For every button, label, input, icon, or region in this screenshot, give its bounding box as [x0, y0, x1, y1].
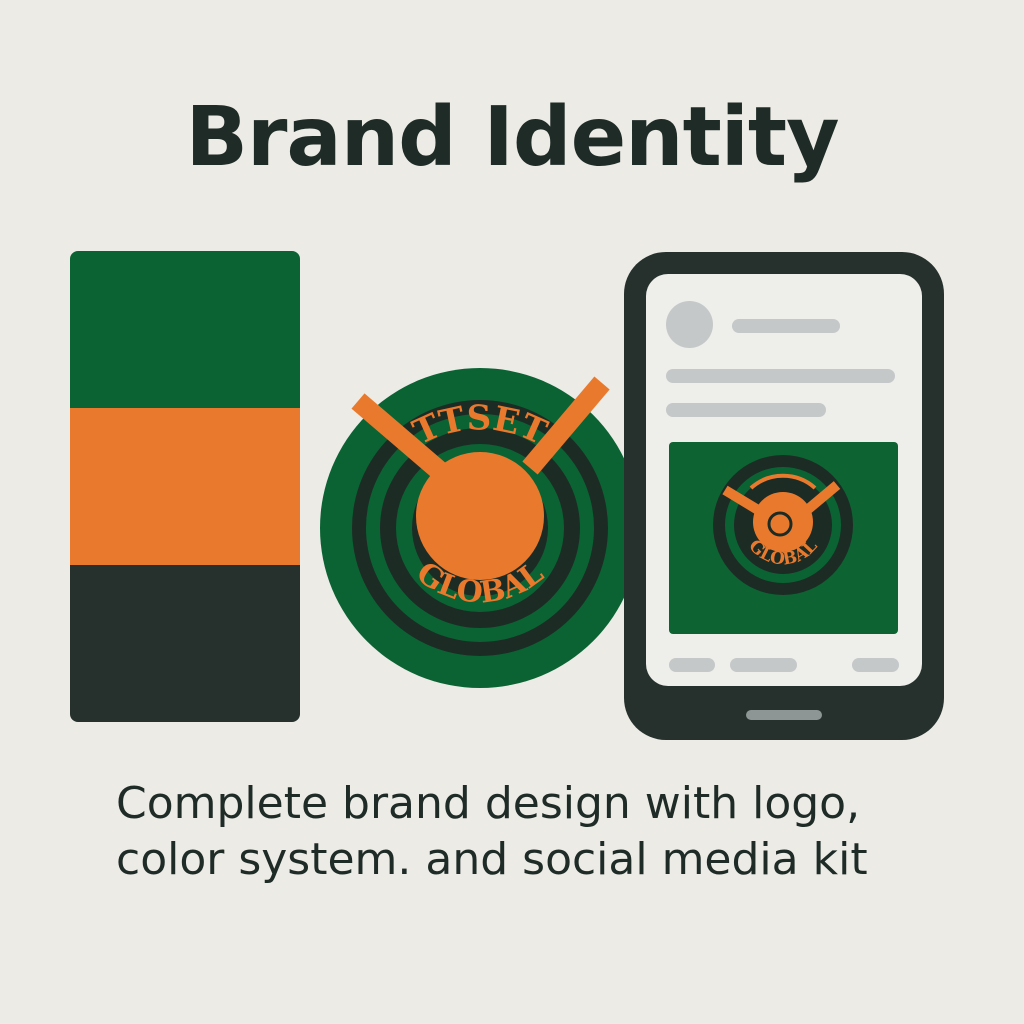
home-indicator — [746, 710, 822, 720]
color-palette — [70, 251, 300, 722]
caption-line-2: color system. and social media kit — [116, 834, 868, 885]
phone-mockup: GLOBAL — [624, 252, 944, 740]
like-action-placeholder — [669, 658, 715, 672]
caption: Complete brand design with logo, color s… — [116, 776, 996, 888]
post-text-placeholder-2 — [666, 403, 826, 417]
primary-green-swatch — [70, 251, 300, 408]
post-text-placeholder-1 — [666, 369, 895, 383]
phone-screen: GLOBAL — [646, 274, 922, 686]
page-title: Brand Identity — [185, 90, 839, 185]
share-action-placeholder — [852, 658, 899, 672]
username-placeholder — [732, 319, 840, 333]
caption-line-1: Complete brand design with logo, — [116, 778, 861, 829]
avatar — [666, 301, 713, 348]
post-image: GLOBAL — [669, 442, 898, 634]
accent-orange-swatch — [70, 408, 300, 565]
post-logo: GLOBAL — [713, 455, 853, 595]
brand-logo: TTSET GLOBAL — [320, 368, 640, 688]
dark-charcoal-swatch — [70, 565, 300, 722]
comment-action-placeholder — [730, 658, 797, 672]
